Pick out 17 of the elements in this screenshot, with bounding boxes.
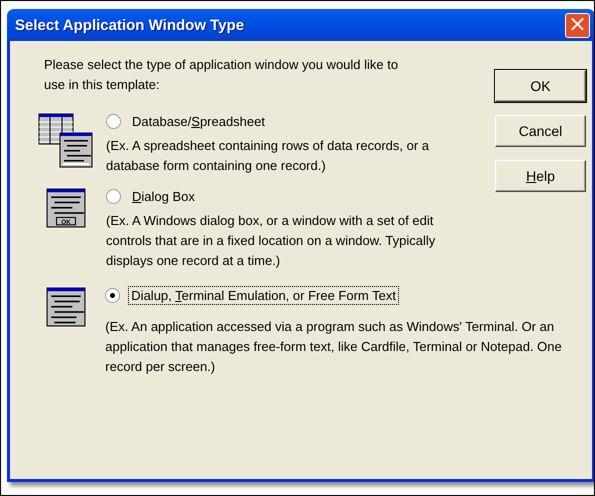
radio-button[interactable] bbox=[105, 288, 120, 302]
option-description: (Ex. A spreadsheet containing rows of data records, or a database form containing one record.) bbox=[106, 137, 430, 175]
radio-button[interactable] bbox=[106, 114, 121, 128]
spreadsheet-icon bbox=[38, 113, 94, 169]
dialog-button[interactable]: Cancel bbox=[495, 115, 586, 147]
radio-button[interactable] bbox=[106, 188, 121, 204]
radio-label[interactable]: Dialup, Terminal Emulation, or Free Form Text bbox=[128, 286, 399, 304]
dialog-button[interactable]: OK bbox=[495, 70, 586, 102]
window-title: Select Application Window Type bbox=[15, 16, 244, 34]
option-description: (Ex. A Windows dialog box, or a window with a set of edit controls that are in a fixed location on a window. Typically displays one record at a time.) bbox=[106, 212, 436, 270]
instruction-text: Please select the type of application window you would like to use in this template: bbox=[44, 56, 400, 94]
close-button[interactable]: × bbox=[565, 12, 590, 38]
dialog-button[interactable]: Help bbox=[495, 160, 586, 192]
radio-label[interactable]: Database/Spreadsheet bbox=[129, 112, 268, 130]
text-document-icon bbox=[46, 287, 86, 327]
radio-label[interactable]: Dialog Box bbox=[129, 186, 198, 206]
option-description: (Ex. An application accessed via a program such as Windows' Terminal. Or an application that manages free-form text, like Cardfile, Terminal or Notepad. One record per screen.) bbox=[105, 318, 563, 376]
